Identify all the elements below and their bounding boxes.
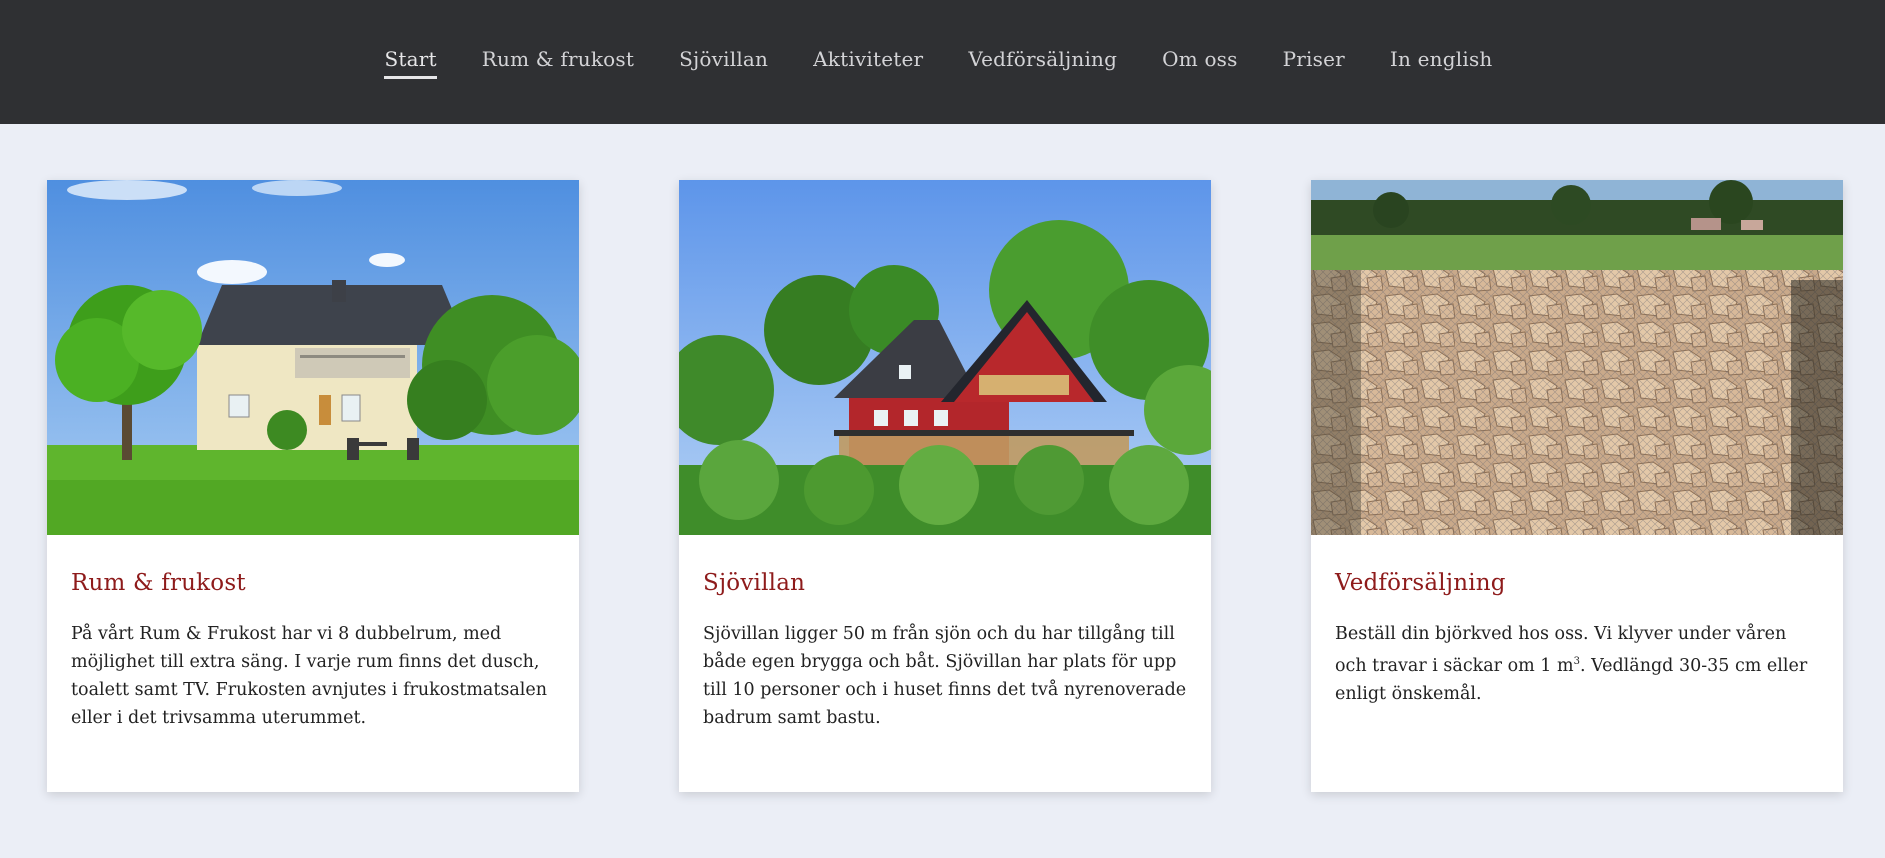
nav-item-vedforsaljning[interactable]: Vedförsäljning	[968, 47, 1117, 77]
nav-item-rum-frukost[interactable]: Rum & frukost	[482, 47, 634, 77]
nav-item-aktiviteter[interactable]: Aktiviteter	[813, 47, 923, 77]
nav-item-priser[interactable]: Priser	[1283, 47, 1345, 77]
card-sjovillan[interactable]: Sjövillan Sjövillan ligger 50 m från sjö…	[679, 180, 1211, 792]
top-navigation: Start Rum & frukost Sjövillan Aktivitete…	[0, 0, 1885, 124]
nav-item-start[interactable]: Start	[384, 47, 438, 79]
card-title[interactable]: Sjövillan	[703, 570, 1187, 596]
card-body: Rum & frukost På vårt Rum & Frukost har …	[47, 535, 579, 732]
firewood-photo[interactable]	[1311, 180, 1843, 535]
card-text: Sjövillan ligger 50 m från sjön och du h…	[703, 624, 1187, 728]
card-title[interactable]: Vedförsäljning	[1335, 570, 1819, 596]
card-vedforsaljning[interactable]: Vedförsäljning Beställ din björkved hos …	[1311, 180, 1843, 792]
card-text: På vårt Rum & Frukost har vi 8 dubbelrum…	[71, 624, 548, 728]
main-menu: Start Rum & frukost Sjövillan Aktivitete…	[384, 47, 1493, 79]
card-grid: Rum & frukost På vårt Rum & Frukost har …	[0, 124, 1885, 858]
nav-item-om-oss[interactable]: Om oss	[1162, 47, 1238, 77]
card-text: Beställ din björkved hos oss. Vi klyver …	[1335, 620, 1819, 708]
nav-item-sjovillan[interactable]: Sjövillan	[679, 47, 768, 77]
card-body: Vedförsäljning Beställ din björkved hos …	[1311, 535, 1843, 708]
nav-item-in-english[interactable]: In english	[1390, 47, 1493, 77]
card-title[interactable]: Rum & frukost	[71, 570, 555, 596]
yellow-house-photo[interactable]	[47, 180, 579, 535]
red-villa-photo[interactable]	[679, 180, 1211, 535]
card-rum-frukost[interactable]: Rum & frukost På vårt Rum & Frukost har …	[47, 180, 579, 792]
card-body: Sjövillan Sjövillan ligger 50 m från sjö…	[679, 535, 1211, 732]
